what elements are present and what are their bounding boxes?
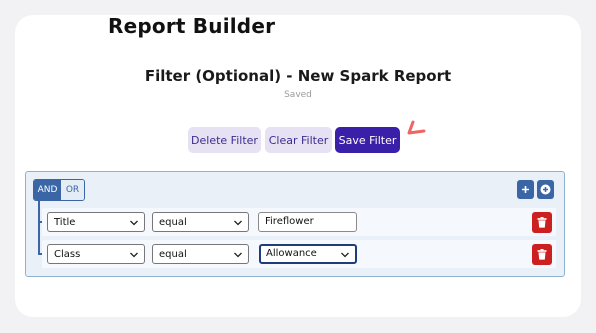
value-select[interactable]: Allowance <box>259 244 357 264</box>
filter-rule-row: Title equal Fireflower <box>42 208 556 236</box>
operator-select[interactable]: equal <box>152 244 249 264</box>
annotation-mark-icon <box>407 120 426 135</box>
chevron-down-icon <box>234 252 242 258</box>
tree-connector <box>38 199 40 254</box>
operator-select[interactable]: equal <box>152 212 249 232</box>
delete-rule-button[interactable] <box>532 212 552 233</box>
app-title: Report Builder <box>108 14 276 38</box>
chevron-down-icon <box>130 252 138 258</box>
field-select-value: Class <box>54 249 81 260</box>
trash-icon <box>537 249 547 260</box>
operator-select-value: equal <box>159 217 187 228</box>
field-select[interactable]: Class <box>47 244 145 264</box>
chevron-down-icon <box>341 252 349 258</box>
combinator-or-button[interactable]: OR <box>61 180 84 200</box>
field-select[interactable]: Title <box>47 212 145 232</box>
field-select-value: Title <box>54 217 76 228</box>
value-select-value: Allowance <box>266 248 317 259</box>
save-filter-button[interactable]: Save Filter <box>335 127 400 153</box>
delete-filter-button[interactable]: Delete Filter <box>188 127 261 153</box>
add-group-button[interactable] <box>537 180 554 199</box>
value-input[interactable]: Fireflower <box>258 212 357 232</box>
delete-rule-button[interactable] <box>532 244 552 265</box>
chevron-down-icon <box>234 220 242 226</box>
add-rule-button[interactable] <box>517 180 534 199</box>
combinator-toggle: AND OR <box>33 179 85 201</box>
clear-filter-button[interactable]: Clear Filter <box>265 127 332 153</box>
chevron-down-icon <box>130 220 138 226</box>
plus-circle-icon <box>540 184 551 195</box>
filter-rule-row: Class equal Allowance <box>42 240 556 268</box>
page-title: Filter (Optional) - New Spark Report <box>144 67 452 85</box>
trash-icon <box>537 217 547 228</box>
operator-select-value: equal <box>159 249 187 260</box>
plus-icon <box>522 186 529 193</box>
save-status: Saved <box>284 90 312 100</box>
combinator-and-button[interactable]: AND <box>34 180 61 200</box>
